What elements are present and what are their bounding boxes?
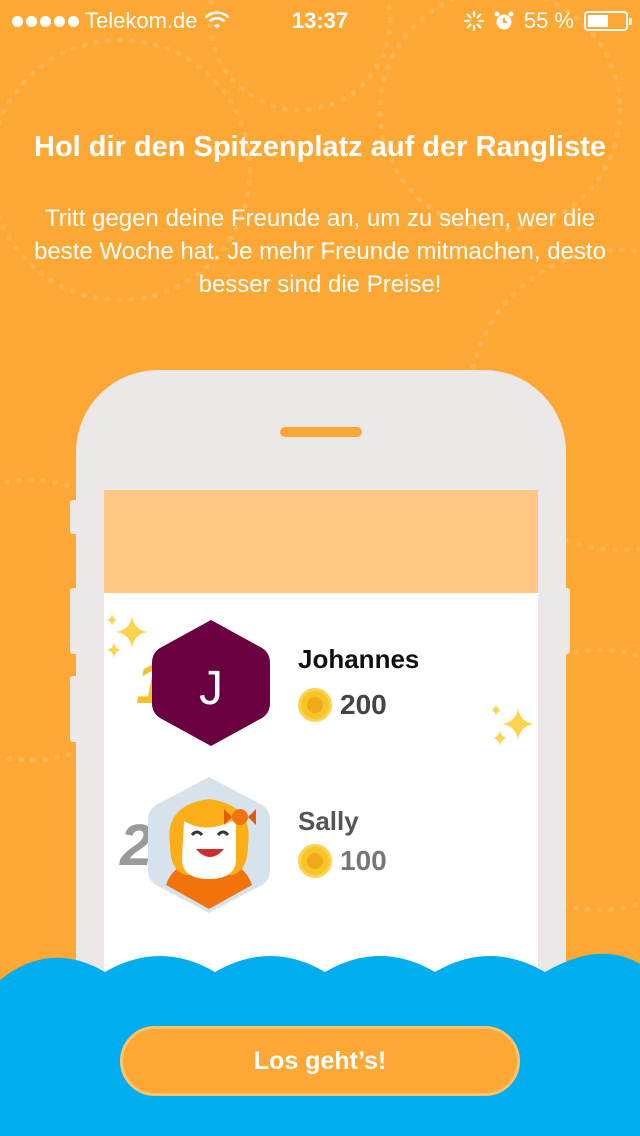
sparkle-icon [107,614,148,658]
battery-icon [584,11,632,31]
status-bar: Telekom.de 13:37 55 % [0,0,640,40]
avatar-johannes: J [152,620,270,746]
start-button[interactable]: Los geht’s! [120,1026,520,1096]
coin-icon [298,844,332,878]
start-button-label: Los geht’s! [253,1046,387,1075]
sparkle-icon [491,704,534,746]
page-title: Hol dir den Spitzenplatz auf der Ranglis… [34,131,606,163]
leaderboard-header [104,490,538,593]
status-right: 55 % [463,8,632,34]
player-score: 100 [340,845,387,876]
player-name: Johannes [298,644,420,674]
coin-icon [298,688,332,722]
avatar-initial: J [199,662,223,715]
phone-speaker [280,427,362,437]
alarm-icon [494,11,514,30]
page-subtitle: Tritt gegen deine Freunde an, um zu sehe… [34,205,606,298]
battery-percent: 55 % [523,8,574,33]
player-name: Sally [298,806,359,836]
avatar-sally [148,777,270,913]
activity-spinner-icon [463,11,484,31]
player-score: 200 [340,689,387,720]
